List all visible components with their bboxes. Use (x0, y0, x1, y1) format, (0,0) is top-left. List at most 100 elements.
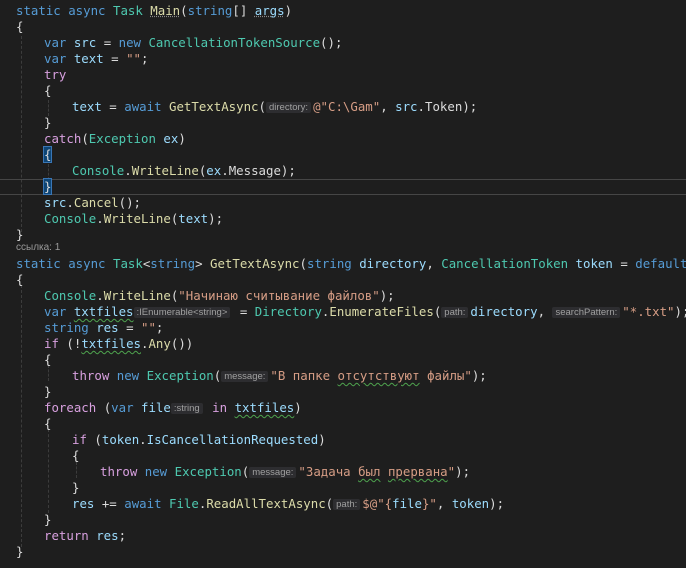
code-line[interactable]: { (0, 416, 686, 432)
code-line[interactable]: { (0, 83, 686, 99)
code-line[interactable]: string res = ""; (0, 320, 686, 336)
code-token: catch (44, 131, 82, 146)
code-token: , (380, 99, 396, 114)
code-token: был (358, 464, 381, 479)
code-line[interactable]: try (0, 67, 686, 83)
code-token: Console (72, 163, 125, 178)
code-token: file (141, 400, 171, 415)
code-token: , (436, 496, 452, 511)
code-token: Task (112, 256, 143, 271)
code-token: ( (94, 432, 102, 447)
code-token: " (447, 464, 456, 479)
code-token: ); (280, 163, 296, 178)
code-token: ) (294, 400, 302, 415)
code-line[interactable]: } (0, 115, 686, 131)
code-line[interactable]: } (0, 227, 686, 243)
code-token: res (96, 320, 119, 335)
code-line[interactable]: { (0, 146, 686, 163)
code-token: res (96, 528, 119, 543)
code-token: GetTextAsync (209, 256, 300, 271)
code-token: txtfiles (234, 400, 295, 415)
code-token: Console (44, 211, 97, 226)
code-line[interactable]: return res; (0, 528, 686, 544)
code-line[interactable]: throw new Exception(message: "Задача был … (0, 464, 686, 480)
code-token: } (44, 115, 52, 130)
code-token: ); (462, 99, 478, 114)
code-token: = (118, 320, 141, 335)
code-token: WriteLine (103, 288, 171, 303)
code-token: { (44, 416, 52, 431)
code-line[interactable]: { (0, 272, 686, 288)
code-line[interactable]: { (0, 19, 686, 35)
code-line[interactable]: static async Task Main(string[] args) (0, 3, 686, 19)
code-token: static async (16, 256, 113, 271)
code-token: string (150, 256, 196, 271)
code-token: text (73, 51, 104, 66)
code-token: text (178, 211, 209, 226)
code-line[interactable]: if (token.IsCancellationRequested) (0, 432, 686, 448)
code-line[interactable]: catch(Exception ex) (0, 131, 686, 147)
code-line[interactable]: throw new Exception(message: "В папке отс… (0, 368, 686, 384)
code-token: foreach (44, 400, 104, 415)
code-token: "В папке (270, 368, 338, 383)
code-line[interactable]: } (0, 480, 686, 496)
code-token: > (195, 256, 210, 271)
code-token: [] (232, 3, 255, 18)
code-token: ); (455, 464, 471, 479)
code-token: try (44, 67, 67, 82)
code-token: ) (318, 432, 326, 447)
code-token: ()) (170, 336, 194, 351)
code-token: += (94, 496, 125, 511)
code-token: new (116, 368, 147, 383)
code-line[interactable]: Console.WriteLine(ex.Message); (0, 163, 686, 179)
code-line[interactable]: { (0, 448, 686, 464)
code-token: . (96, 288, 104, 303)
parameter-hint: searchPattern: (552, 307, 621, 318)
code-token: Main (150, 3, 181, 18)
code-line[interactable]: { (0, 352, 686, 368)
code-token: ReadAllTextAsync (206, 496, 326, 511)
code-token: in (204, 400, 235, 415)
matched-brace: } (42, 178, 53, 195)
code-line[interactable]: var txtfiles:IEnumerable<string> = Direc… (0, 304, 686, 320)
codelens-references[interactable]: ссылка: 1 (0, 242, 686, 254)
code-token: throw (100, 464, 145, 479)
code-token: Cancel (73, 195, 119, 210)
code-line[interactable]: static async Task<string> GetTextAsync(s… (0, 256, 686, 272)
code-line[interactable]: Console.WriteLine("Начинаю считывание фа… (0, 288, 686, 304)
code-token: , (426, 256, 442, 271)
code-editor[interactable]: static async Task Main(string[] args) { … (0, 0, 686, 568)
code-token: static async (16, 3, 113, 18)
code-line[interactable]: Console.WriteLine(text); (0, 211, 686, 227)
code-token: await (124, 496, 169, 511)
code-token: txtfiles (81, 336, 141, 351)
code-token: $@"{ (362, 496, 393, 511)
code-line[interactable]: } (0, 512, 686, 528)
code-token: } (44, 512, 52, 527)
code-line[interactable]: if (!txtfiles.Any()) (0, 336, 686, 352)
code-token: отсутствуют (337, 368, 420, 383)
code-token: = (101, 99, 125, 114)
code-line[interactable]: src.Cancel(); (0, 195, 686, 211)
code-token: CancellationToken (441, 256, 576, 271)
code-line[interactable]: } (0, 384, 686, 400)
parameter-hint: directory: (266, 102, 312, 113)
type-hint: :string (170, 403, 203, 414)
code-token: "Задача (298, 464, 359, 479)
code-line[interactable]: } (0, 544, 686, 560)
code-token: ; (155, 320, 164, 335)
code-line[interactable]: foreach (var file:string in txtfiles) (0, 400, 686, 416)
code-line[interactable]: var src = new CancellationTokenSource(); (0, 35, 686, 51)
code-token: Exception (88, 131, 164, 146)
current-line[interactable]: } (0, 178, 686, 195)
code-token: { (16, 272, 24, 287)
code-line[interactable]: text = await GetTextAsync(directory: @"C:… (0, 99, 686, 115)
code-token: EnumerateFiles (329, 304, 434, 319)
code-token: { (44, 352, 52, 367)
code-token: файлы" (419, 368, 472, 383)
code-token: default (635, 256, 686, 271)
code-token: Token (425, 99, 463, 114)
code-token: new (118, 35, 149, 50)
code-line[interactable]: var text = ""; (0, 51, 686, 67)
code-line[interactable]: res += await File.ReadAllTextAsync(path:… (0, 496, 686, 512)
